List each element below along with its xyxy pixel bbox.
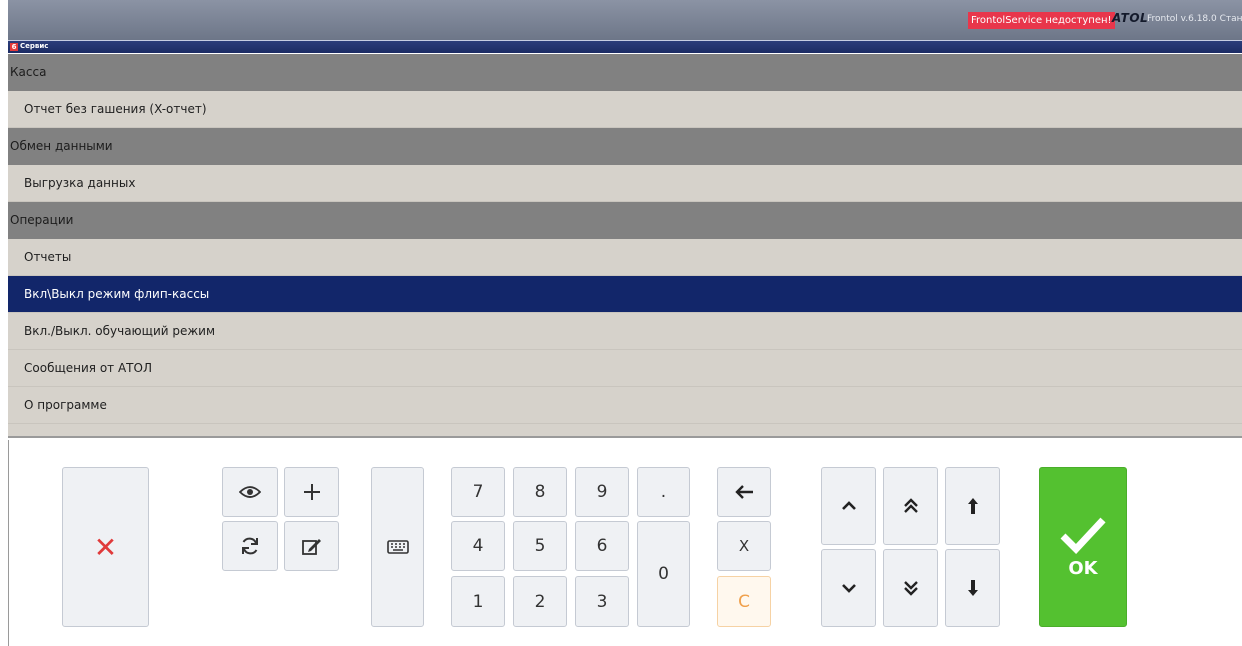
multiply-button[interactable]: X (717, 521, 771, 571)
menu-item-training-mode[interactable]: Вкл./Выкл. обучающий режим (8, 313, 1242, 350)
clear-button[interactable]: C (717, 576, 771, 627)
page-up-button[interactable] (883, 467, 938, 545)
arrow-bottom-icon (967, 579, 979, 597)
atol-logo: ATOL (1112, 11, 1149, 25)
arrow-top-icon (967, 497, 979, 515)
refresh-button[interactable] (222, 521, 278, 571)
digit-9-button[interactable]: 9 (575, 467, 629, 517)
digit-5-button[interactable]: 5 (513, 521, 567, 571)
cancel-button[interactable]: ✕ (62, 467, 149, 627)
left-border (8, 440, 9, 646)
menu-item-x-report[interactable]: Отчет без гашения (X-отчет) (8, 91, 1242, 128)
dot-button[interactable]: . (637, 467, 690, 517)
arrow-down-icon (841, 583, 857, 593)
page-down-button[interactable] (883, 549, 938, 627)
keyboard-button[interactable] (371, 467, 424, 627)
app-icon: 6 (10, 43, 18, 51)
check-icon (1059, 516, 1107, 554)
digit-3-button[interactable]: 3 (575, 576, 629, 627)
digit-1-button[interactable]: 1 (451, 576, 505, 627)
menu-group-operations: Операции (8, 202, 1242, 239)
service-menu-list: Касса Отчет без гашения (X-отчет) Обмен … (8, 54, 1242, 438)
menu-list-end (8, 424, 1242, 438)
view-button[interactable] (222, 467, 278, 517)
add-button[interactable] (284, 467, 339, 517)
double-arrow-up-icon (903, 498, 919, 514)
edit-button[interactable] (284, 521, 339, 571)
backspace-button[interactable] (717, 467, 771, 517)
up-button[interactable] (821, 467, 876, 545)
digit-7-button[interactable]: 7 (451, 467, 505, 517)
digit-4-button[interactable]: 4 (451, 521, 505, 571)
menu-item-atol-messages[interactable]: Сообщения от АТОЛ (8, 350, 1242, 387)
add-plus-icon (303, 483, 321, 501)
digit-8-button[interactable]: 8 (513, 467, 567, 517)
edit-icon (301, 537, 322, 555)
menu-item-reports[interactable]: Отчеты (8, 239, 1242, 276)
top-button[interactable] (945, 467, 1000, 545)
window-titlebar: 6 Сервис (8, 40, 1242, 53)
keyboard-icon (386, 540, 409, 554)
digit-2-button[interactable]: 2 (513, 576, 567, 627)
bottom-button[interactable] (945, 549, 1000, 627)
menu-item-data-export[interactable]: Выгрузка данных (8, 165, 1242, 202)
digit-0-button[interactable]: 0 (637, 521, 690, 627)
ok-label: OK (1068, 557, 1098, 579)
menu-group-kassa: Касса (8, 54, 1242, 91)
status-badge: FrontolService недоступен! (968, 12, 1115, 29)
app-window: FrontolService недоступен! ATOL Frontol … (0, 0, 1242, 646)
menu-group-data-exchange: Обмен данными (8, 128, 1242, 165)
arrow-up-icon (841, 501, 857, 511)
double-arrow-down-icon (903, 580, 919, 596)
view-eye-icon (239, 485, 261, 499)
backspace-arrow-icon (734, 484, 754, 500)
ok-button[interactable]: OK (1039, 467, 1127, 627)
menu-item-flip-mode[interactable]: Вкл\Выкл режим флип-кассы (8, 276, 1242, 313)
version-label: Frontol v.6.18.0 Стандарт (1147, 14, 1242, 24)
digit-6-button[interactable]: 6 (575, 521, 629, 571)
window-title: Сервис (20, 42, 49, 50)
down-button[interactable] (821, 549, 876, 627)
refresh-icon (240, 536, 260, 556)
top-bar: FrontolService недоступен! ATOL Frontol … (8, 0, 1242, 40)
menu-item-about[interactable]: О программе (8, 387, 1242, 424)
